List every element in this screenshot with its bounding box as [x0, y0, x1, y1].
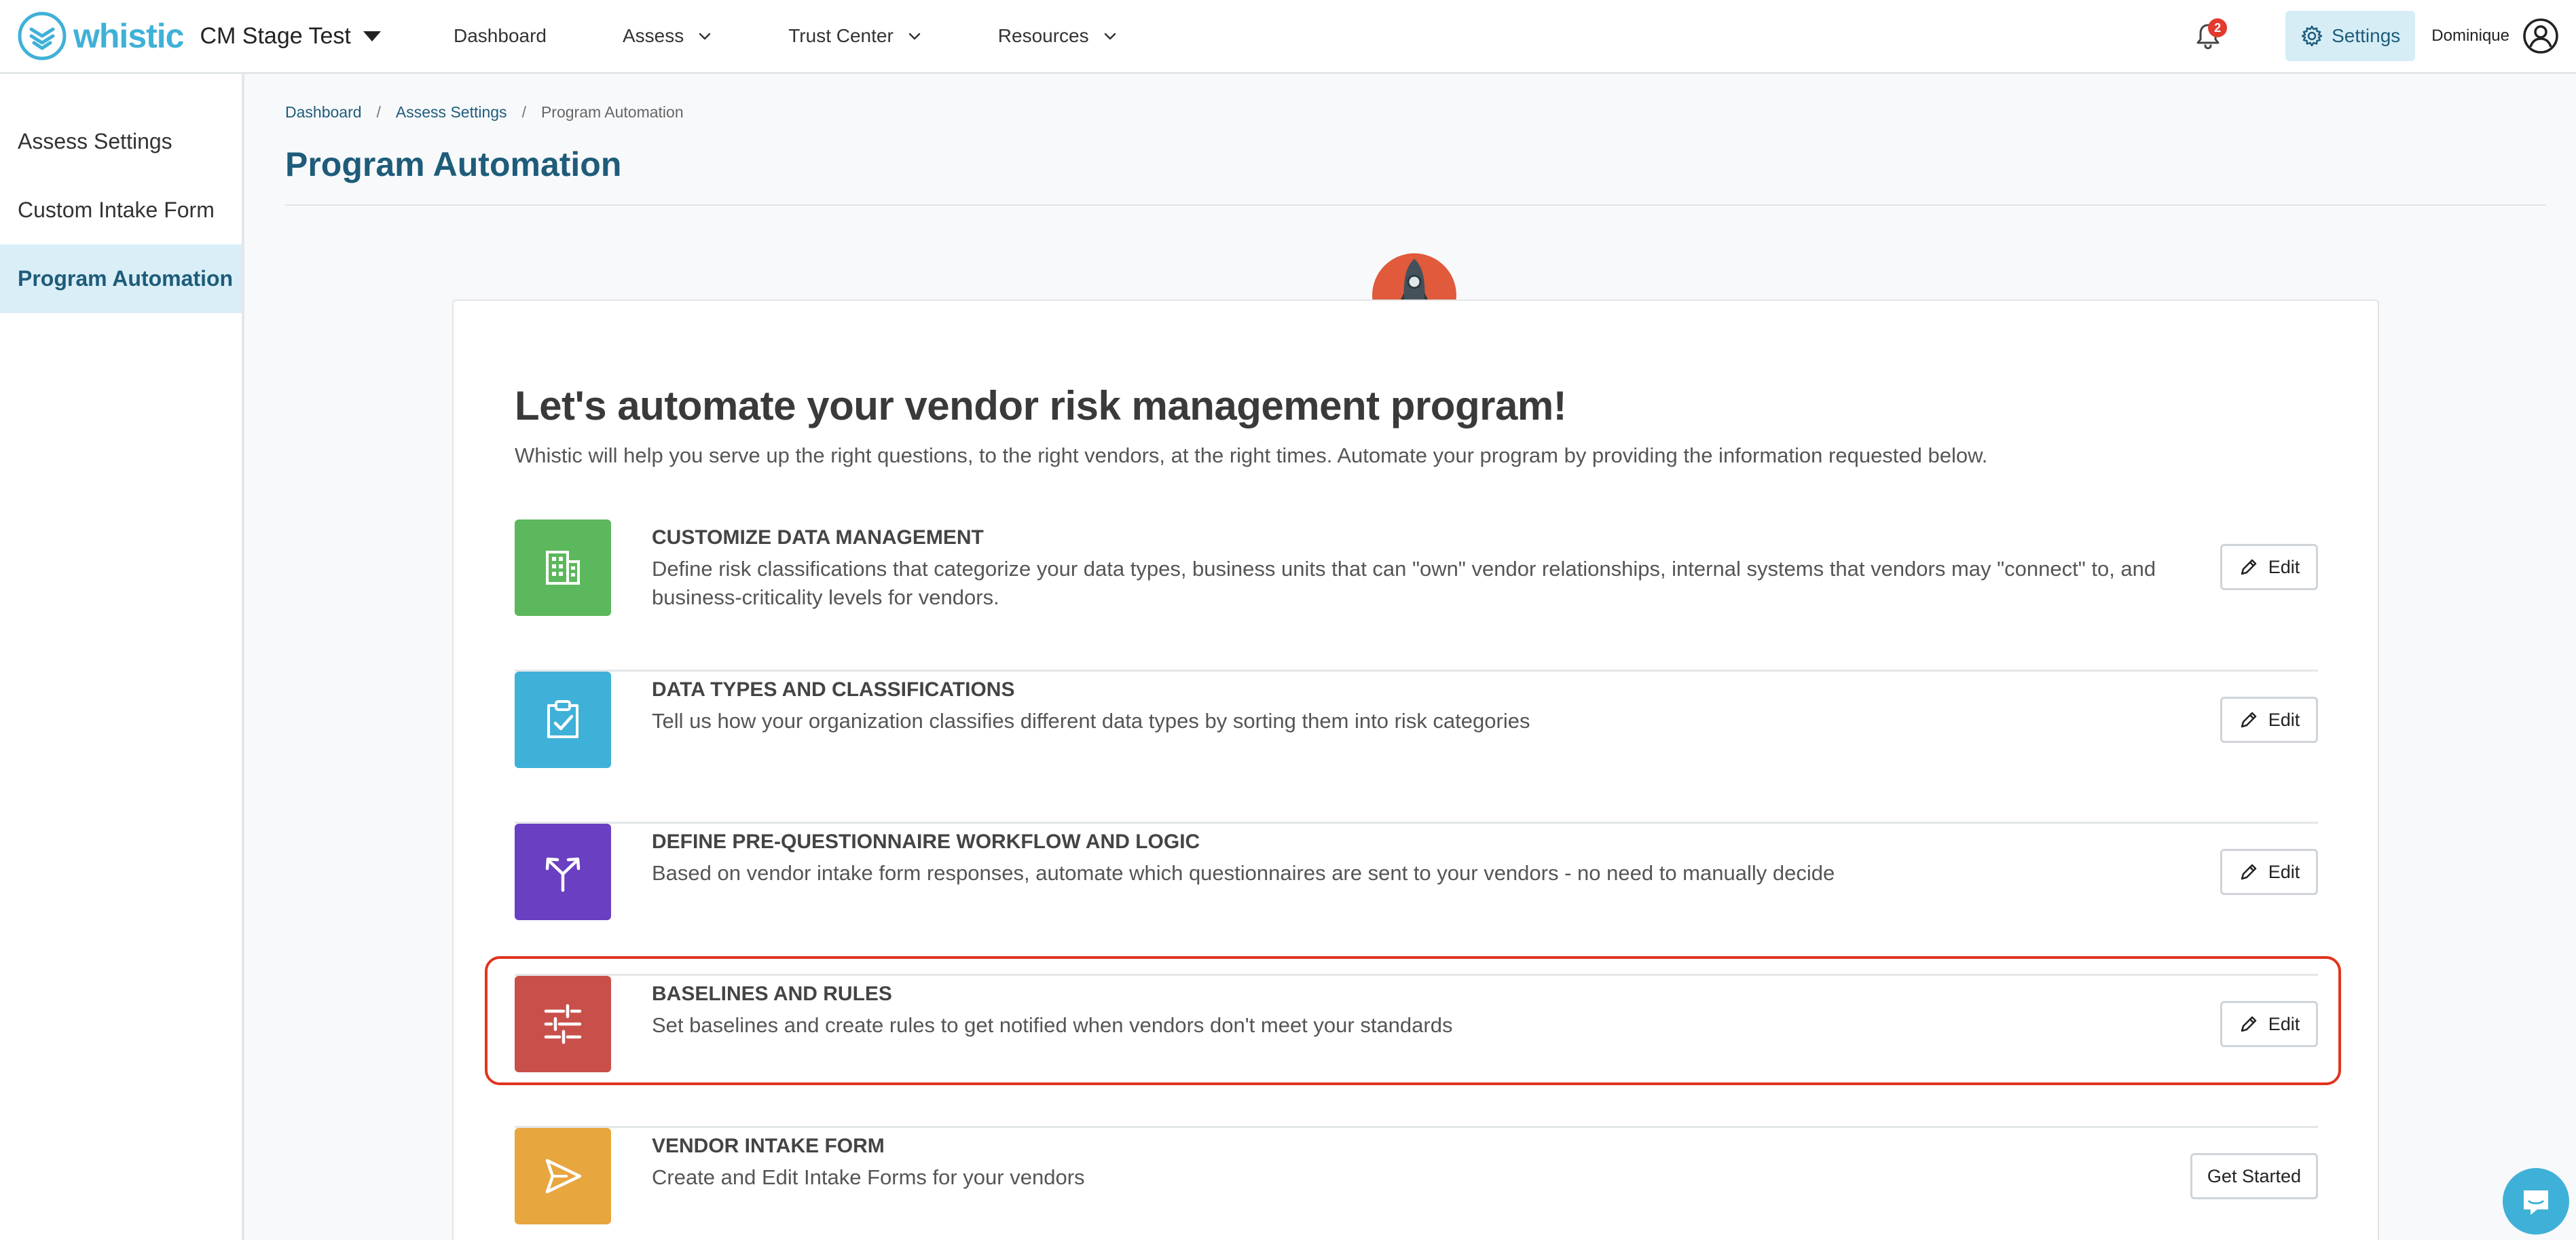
top-navbar: whistic CM Stage Test Dashboard Assess T… — [0, 0, 2576, 74]
nav-assess-label: Assess — [622, 25, 684, 46]
chat-icon — [2524, 1190, 2548, 1215]
user-menu[interactable]: Dominique — [2431, 17, 2560, 55]
step-title: CUSTOMIZE DATA MANAGEMENT — [652, 526, 984, 549]
user-name: Dominique — [2431, 26, 2509, 45]
user-avatar-icon — [2523, 18, 2558, 54]
nav-dashboard-label: Dashboard — [454, 25, 547, 46]
gear-icon — [2301, 25, 2323, 47]
main-content: Dashboard / Assess Settings / Program Au… — [285, 74, 2546, 206]
nav-resources-label: Resources — [997, 25, 1089, 46]
pencil-icon — [2241, 712, 2256, 728]
logo-text: whistic — [73, 17, 184, 55]
sidebar-item-label: Program Automation — [18, 266, 234, 291]
step-baselines-and-rules: BASELINES AND RULES Set baselines and cr… — [515, 976, 2318, 1128]
step-icon-tile — [515, 519, 611, 616]
sidebar-item-assess-settings[interactable]: Assess Settings — [0, 107, 242, 176]
card-heading: Let's automate your vendor risk manageme… — [515, 383, 1567, 428]
whistic-logo-icon — [18, 12, 67, 60]
settings-button[interactable]: Settings — [2285, 11, 2416, 61]
breadcrumb-current: Program Automation — [540, 103, 684, 121]
step-pre-questionnaire-workflow: DEFINE PRE-QUESTIONNAIRE WORKFLOW AND LO… — [515, 824, 2318, 976]
sidebar-item-label: Assess Settings — [18, 129, 172, 153]
notifications-button[interactable]: 2 — [2188, 16, 2228, 56]
step-description: Tell us how your organization classifies… — [652, 709, 1530, 733]
edit-label: Edit — [2268, 861, 2300, 882]
breadcrumb-dashboard[interactable]: Dashboard — [285, 103, 362, 122]
split-arrows-icon — [545, 857, 581, 892]
breadcrumb-separator: / — [376, 103, 381, 121]
chevron-down-icon — [908, 33, 921, 40]
settings-label: Settings — [2332, 25, 2401, 46]
step-description: Based on vendor intake form responses, a… — [652, 861, 1835, 885]
edit-label: Edit — [2268, 556, 2300, 577]
step-icon-tile — [515, 824, 611, 920]
nav-right: 2 Settings Dominique — [2188, 0, 2560, 72]
breadcrumb: Dashboard / Assess Settings / Program Au… — [285, 103, 2546, 122]
step-title: BASELINES AND RULES — [652, 983, 892, 1005]
sidebar-item-program-automation[interactable]: Program Automation — [0, 244, 242, 313]
step-title: DATA TYPES AND CLASSIFICATIONS — [652, 678, 1015, 701]
edit-customize-data-management-button[interactable]: Edit — [2220, 544, 2318, 590]
nav-dashboard[interactable]: Dashboard — [454, 0, 547, 72]
nav-trust-center[interactable]: Trust Center — [788, 0, 922, 72]
step-title: DEFINE PRE-QUESTIONNAIRE WORKFLOW AND LO… — [652, 831, 1200, 853]
step-vendor-intake-form: VENDOR INTAKE FORM Create and Edit Intak… — [515, 1128, 2318, 1240]
chevron-down-icon — [1104, 33, 1116, 40]
nav-assess[interactable]: Assess — [623, 0, 712, 72]
edit-label: Edit — [2268, 1013, 2300, 1034]
pencil-icon — [2241, 1016, 2256, 1032]
send-icon — [545, 1159, 582, 1194]
settings-sidebar: Assess Settings Custom Intake Form Progr… — [0, 74, 244, 1240]
notification-badge: 2 — [2208, 18, 2228, 37]
sidebar-item-label: Custom Intake Form — [18, 198, 215, 222]
nav-trust-center-label: Trust Center — [788, 25, 894, 46]
edit-baselines-button[interactable]: Edit — [2220, 1001, 2318, 1047]
pencil-icon — [2241, 559, 2256, 575]
sliders-icon — [544, 1004, 582, 1044]
nav-resources[interactable]: Resources — [998, 0, 1118, 72]
breadcrumb-assess-settings[interactable]: Assess Settings — [396, 103, 507, 122]
clipboard-check-icon — [547, 700, 578, 738]
step-title: VENDOR INTAKE FORM — [652, 1135, 885, 1157]
automation-card: Let's automate your vendor risk manageme… — [452, 299, 2379, 1240]
card-subtitle: Whistic will help you serve up the right… — [515, 443, 1988, 467]
edit-data-types-button[interactable]: Edit — [2220, 697, 2318, 743]
get-started-label: Get Started — [2207, 1165, 2301, 1186]
edit-workflow-button[interactable]: Edit — [2220, 849, 2318, 895]
caret-down-icon — [363, 31, 381, 41]
breadcrumb-separator: / — [521, 103, 526, 121]
brand[interactable]: whistic — [16, 10, 184, 62]
chat-launcher-button[interactable] — [2503, 1168, 2569, 1235]
step-customize-data-management: CUSTOMIZE DATA MANAGEMENT Define risk cl… — [515, 519, 2318, 672]
main-nav: Dashboard Assess Trust Center Resources — [454, 0, 1118, 72]
get-started-button[interactable]: Get Started — [2190, 1153, 2318, 1199]
building-icon — [546, 551, 580, 585]
step-icon-tile — [515, 976, 611, 1072]
account-switcher[interactable]: CM Stage Test — [200, 22, 381, 50]
sidebar-item-custom-intake-form[interactable]: Custom Intake Form — [0, 176, 242, 244]
account-name: CM Stage Test — [200, 22, 351, 49]
edit-label: Edit — [2268, 709, 2300, 730]
pencil-icon — [2241, 864, 2256, 880]
step-icon-tile — [515, 1128, 611, 1224]
step-icon-tile — [515, 672, 611, 768]
step-data-types-and-classifications: DATA TYPES AND CLASSIFICATIONS Tell us h… — [515, 672, 2318, 824]
step-description: Define risk classifications that categor… — [652, 557, 2156, 609]
step-description: Set baselines and create rules to get no… — [652, 1013, 1453, 1037]
step-description: Create and Edit Intake Forms for your ve… — [652, 1165, 1085, 1189]
page-title: Program Automation — [285, 145, 622, 183]
title-divider — [285, 204, 2546, 206]
chevron-down-icon — [699, 33, 711, 40]
